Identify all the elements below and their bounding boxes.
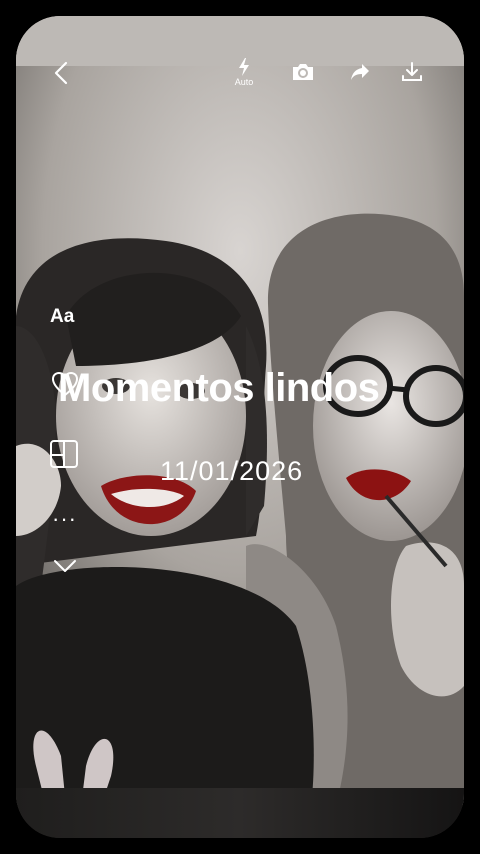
download-icon [402, 62, 422, 81]
layout-button[interactable] [48, 438, 80, 470]
memory-title[interactable]: Momentos lindos [58, 364, 438, 412]
text-tool-button[interactable]: Aa [50, 306, 74, 328]
memory-date[interactable]: 11/01/2026 [160, 456, 340, 487]
chevron-down-icon [54, 560, 76, 572]
collapse-button[interactable] [52, 556, 78, 576]
flash-mode-label: Auto [234, 77, 254, 87]
back-button[interactable] [48, 60, 74, 86]
bottom-strip [16, 788, 464, 838]
camera-button[interactable] [290, 60, 316, 84]
photo-frame [16, 16, 464, 838]
flash-button[interactable] [232, 56, 256, 78]
chevron-left-icon [54, 61, 68, 85]
photo [16, 66, 464, 806]
more-button[interactable]: ··· [52, 506, 77, 532]
layout-icon [50, 440, 78, 468]
flash-icon [239, 58, 249, 76]
share-button[interactable] [348, 60, 372, 84]
download-button[interactable] [400, 60, 424, 84]
share-icon [351, 64, 369, 80]
camera-icon [293, 64, 313, 80]
